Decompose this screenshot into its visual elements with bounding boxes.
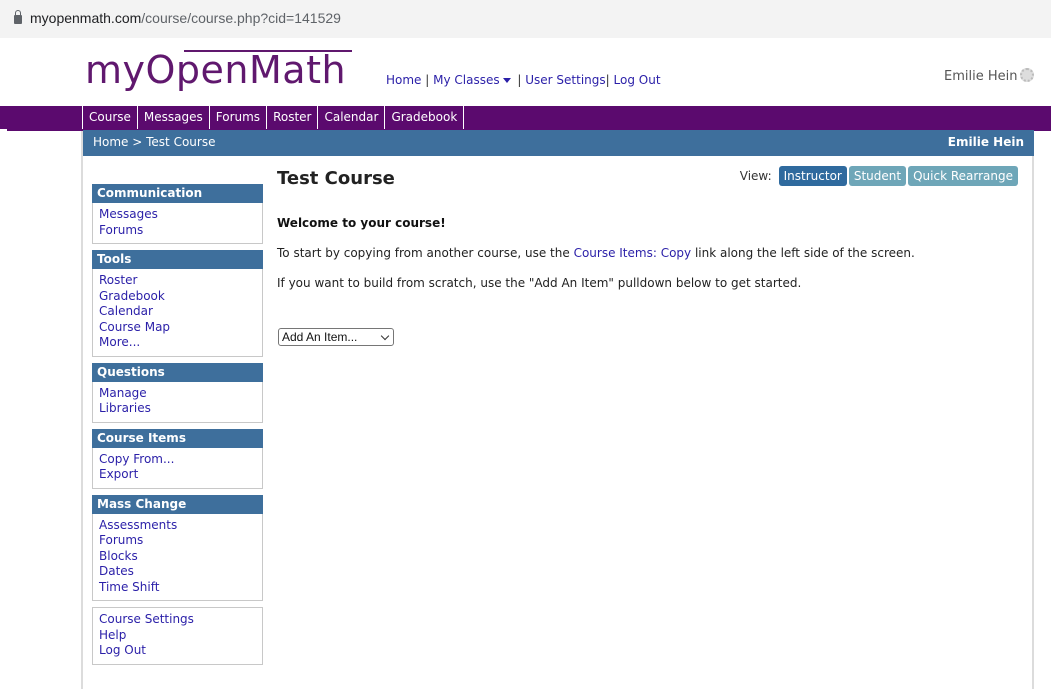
sidebar-block-links: Manage Libraries: [92, 381, 263, 423]
breadcrumb[interactable]: Home > Test Course: [93, 130, 215, 154]
sidebar-block-links: Messages Forums: [92, 203, 263, 244]
nav-log-out-link[interactable]: Log Out: [614, 73, 661, 87]
sidebar-heading: Mass Change: [92, 494, 263, 514]
tab-course[interactable]: Course: [82, 106, 137, 129]
sidebar-item-course-map[interactable]: Course Map: [99, 320, 256, 336]
course-items-copy-link[interactable]: Course Items: Copy: [574, 246, 692, 260]
view-switcher: View: Instructor Student Quick Rearrange: [740, 166, 1018, 186]
sidebar-item-more[interactable]: More...: [99, 335, 256, 351]
nav-user-settings-link[interactable]: User Settings: [525, 73, 605, 87]
view-student-button[interactable]: Student: [848, 166, 907, 186]
sidebar-block-footer: Course Settings Help Log Out: [92, 607, 263, 665]
sidebar-block-links: Course Settings Help Log Out: [92, 607, 263, 665]
breadcrumb-bar: Home > Test Course Emilie Hein: [83, 130, 1034, 156]
add-item-select-value: Add An Item...: [282, 330, 358, 344]
sidebar-block-links: Roster Gradebook Calendar Course Map More...: [92, 269, 263, 357]
url-host: myopenmath.com: [30, 10, 142, 26]
user-menu[interactable]: Emilie Hein: [944, 68, 1035, 84]
user-name: Emilie Hein: [944, 69, 1018, 84]
nav-separator: |: [605, 73, 614, 87]
sidebar-item-time-shift[interactable]: Time Shift: [99, 580, 256, 596]
url-text[interactable]: myopenmath.com/course/course.php?cid=141…: [14, 10, 341, 26]
sidebar-item-blocks[interactable]: Blocks: [99, 549, 256, 565]
copy-instructions-end: link along the left side of the screen.: [691, 246, 915, 260]
caret-down-icon: [502, 78, 511, 83]
gear-icon[interactable]: [1020, 68, 1035, 82]
sidebar-item-course-settings[interactable]: Course Settings: [99, 612, 256, 628]
add-item-select[interactable]: Add An Item...: [278, 328, 394, 346]
sidebar-item-libraries[interactable]: Libraries: [99, 401, 256, 417]
sidebar-item-help[interactable]: Help: [99, 628, 256, 644]
chevron-down-icon: [380, 331, 390, 341]
tab-gradebook[interactable]: Gradebook: [384, 106, 465, 129]
sidebar-item-forums[interactable]: Forums: [99, 533, 256, 549]
sidebar-block-communication: Communication Messages Forums: [92, 184, 263, 244]
url-path: /course/course.php?cid=141529: [141, 10, 341, 26]
browser-address-bar[interactable]: myopenmath.com/course/course.php?cid=141…: [0, 0, 1051, 38]
tab-roster[interactable]: Roster: [266, 106, 317, 129]
sidebar-block-questions: Questions Manage Libraries: [92, 362, 263, 423]
nav-my-classes-link[interactable]: My Classes: [433, 73, 513, 87]
tab-calendar[interactable]: Calendar: [317, 106, 384, 129]
sidebar-item-calendar[interactable]: Calendar: [99, 304, 256, 320]
sidebar-heading: Course Items: [92, 428, 263, 448]
copy-instructions-start: To start by copying from another course,…: [277, 246, 574, 260]
nav-my-classes-label: My Classes: [433, 73, 500, 87]
sidebar-block-tools: Tools Roster Gradebook Calendar Course Map Mo…: [92, 250, 263, 357]
sidebar-item-log-out[interactable]: Log Out: [99, 643, 256, 659]
nav-home-link[interactable]: Home: [386, 73, 421, 87]
main-tabs: Course Messages Forums Roster Calendar Gradeb…: [82, 106, 465, 129]
sidebar-item-manage[interactable]: Manage: [99, 386, 256, 402]
sidebar-heading: Communication: [92, 184, 263, 203]
sidebar-item-assessments[interactable]: Assessments: [99, 518, 256, 534]
tab-messages[interactable]: Messages: [136, 106, 209, 129]
sidebar-block-links: Copy From... Export: [92, 447, 263, 489]
breadcrumb-user: Emilie Hein: [947, 135, 1024, 149]
sidebar-item-roster[interactable]: Roster: [99, 273, 256, 289]
view-quick-rearrange-button[interactable]: Quick Rearrange: [908, 166, 1018, 186]
sidebar-heading: Tools: [92, 250, 263, 269]
sidebar-item-copy-from[interactable]: Copy From...: [99, 452, 256, 468]
sidebar-item-forums[interactable]: Forums: [99, 223, 256, 239]
sidebar-block-course-items: Course Items Copy From... Export: [92, 428, 263, 489]
logo-swoosh: [184, 50, 352, 52]
scratch-instructions: If you want to build from scratch, use t…: [277, 276, 802, 290]
sidebar-item-messages[interactable]: Messages: [99, 207, 256, 223]
logo[interactable]: myOpenMath: [85, 50, 346, 90]
sidebar-item-export[interactable]: Export: [99, 467, 256, 483]
top-nav: Home | My Classes | User Settings| Log O…: [386, 73, 661, 87]
copy-instructions: To start by copying from another course,…: [277, 246, 915, 260]
sidebar-block-links: Assessments Forums Blocks Dates Time Shift: [92, 513, 263, 601]
tab-forums[interactable]: Forums: [208, 106, 266, 129]
sidebar-block-mass-change: Mass Change Assessments Forums Blocks Dates T…: [92, 494, 263, 601]
nav-separator: |: [421, 73, 434, 87]
view-label: View:: [739, 169, 772, 183]
sidebar-item-gradebook[interactable]: Gradebook: [99, 289, 256, 305]
sidebar-heading: Questions: [92, 362, 263, 382]
lock-icon: [14, 10, 22, 24]
sidebar: Communication Messages Forums Tools Roster Gr…: [92, 184, 263, 671]
welcome-heading: Welcome to your course!: [277, 216, 446, 230]
page-title: Test Course: [277, 168, 395, 189]
view-instructor-button[interactable]: Instructor: [778, 166, 847, 186]
page: myOpenMath Home | My Classes | User Sett…: [0, 38, 1051, 689]
nav-separator: |: [513, 73, 526, 87]
sidebar-item-dates[interactable]: Dates: [99, 564, 256, 580]
